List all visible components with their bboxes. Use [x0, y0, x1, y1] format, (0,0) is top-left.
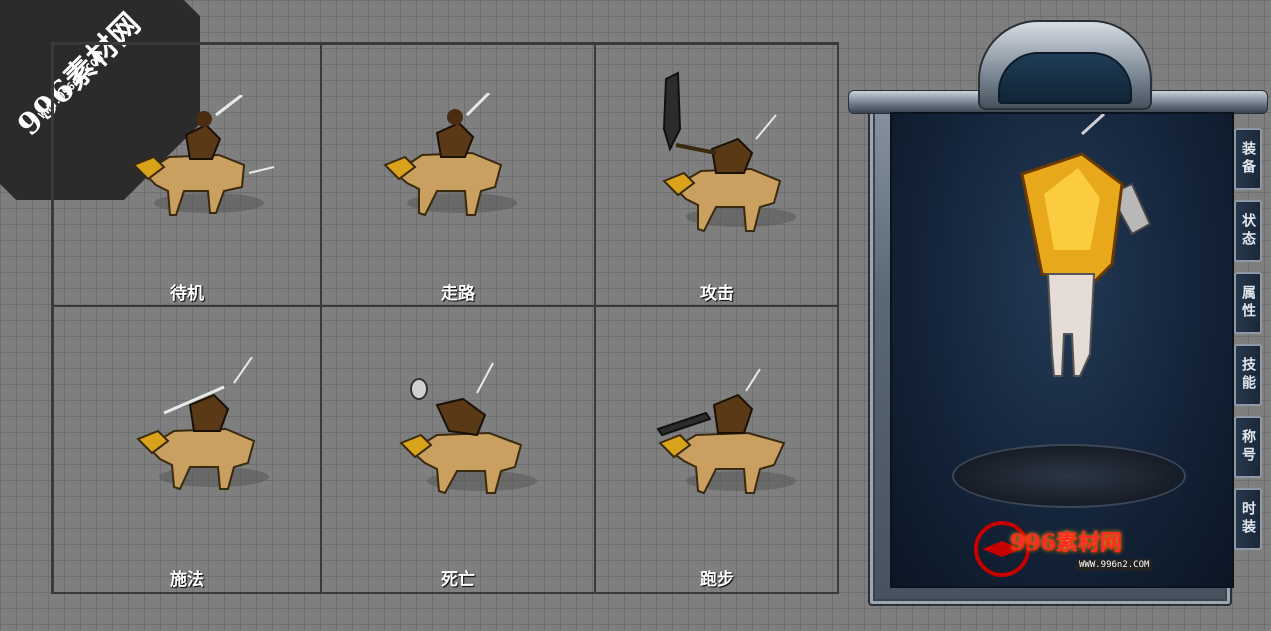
- panel-arch-window: [998, 52, 1132, 104]
- mount-rider-sprite: [136, 357, 269, 491]
- tab-fashion[interactable]: 时装: [1234, 488, 1262, 550]
- mount-rider-sprite: [383, 93, 517, 217]
- tab-titles[interactable]: 称号: [1234, 416, 1262, 478]
- animation-label: 走路: [441, 284, 475, 304]
- tab-equipment[interactable]: 装备: [1234, 128, 1262, 190]
- tab-attributes[interactable]: 属性: [1234, 272, 1262, 334]
- cell-attack: 攻击: [595, 44, 839, 306]
- panel-tabs: 装备 状态 属性 技能 称号 时装: [1234, 128, 1264, 560]
- logo-title: 996素材网: [1010, 530, 1122, 556]
- animation-grid: 待机 走路 攻击 施法 死亡 跑步: [51, 42, 839, 594]
- logo-url: WWW.996n2.COM: [1076, 559, 1153, 571]
- tab-skills[interactable]: 技能: [1234, 344, 1262, 406]
- animation-label: 死亡: [441, 570, 475, 590]
- animation-label: 待机: [170, 284, 204, 304]
- cell-run: 跑步: [595, 306, 839, 594]
- tab-status[interactable]: 状态: [1234, 200, 1262, 262]
- panel-frame-arch: [978, 20, 1152, 110]
- cell-death: 死亡: [321, 306, 595, 594]
- animation-label: 施法: [170, 570, 204, 590]
- cell-idle: 待机: [53, 44, 321, 306]
- mount-rider-sprite: [399, 362, 537, 495]
- mount-rider-sprite: [656, 368, 796, 495]
- animation-label: 攻击: [700, 284, 734, 304]
- pedestal: [952, 444, 1186, 508]
- mount-rider-sprite: [662, 71, 796, 233]
- cell-walk: 走路: [321, 44, 595, 306]
- logo: 996素材网 WWW.996n2.COM: [972, 519, 1172, 579]
- character-viewport: 996素材网 WWW.996n2.COM: [890, 112, 1234, 588]
- character-panel: 996素材网 WWW.996n2.COM 装备 状态 属性 技能 称号 时装: [848, 20, 1268, 606]
- character-model: [1020, 114, 1152, 377]
- animation-label: 跑步: [700, 570, 734, 590]
- mount-rider-sprite: [132, 95, 275, 216]
- cell-cast: 施法: [53, 306, 321, 594]
